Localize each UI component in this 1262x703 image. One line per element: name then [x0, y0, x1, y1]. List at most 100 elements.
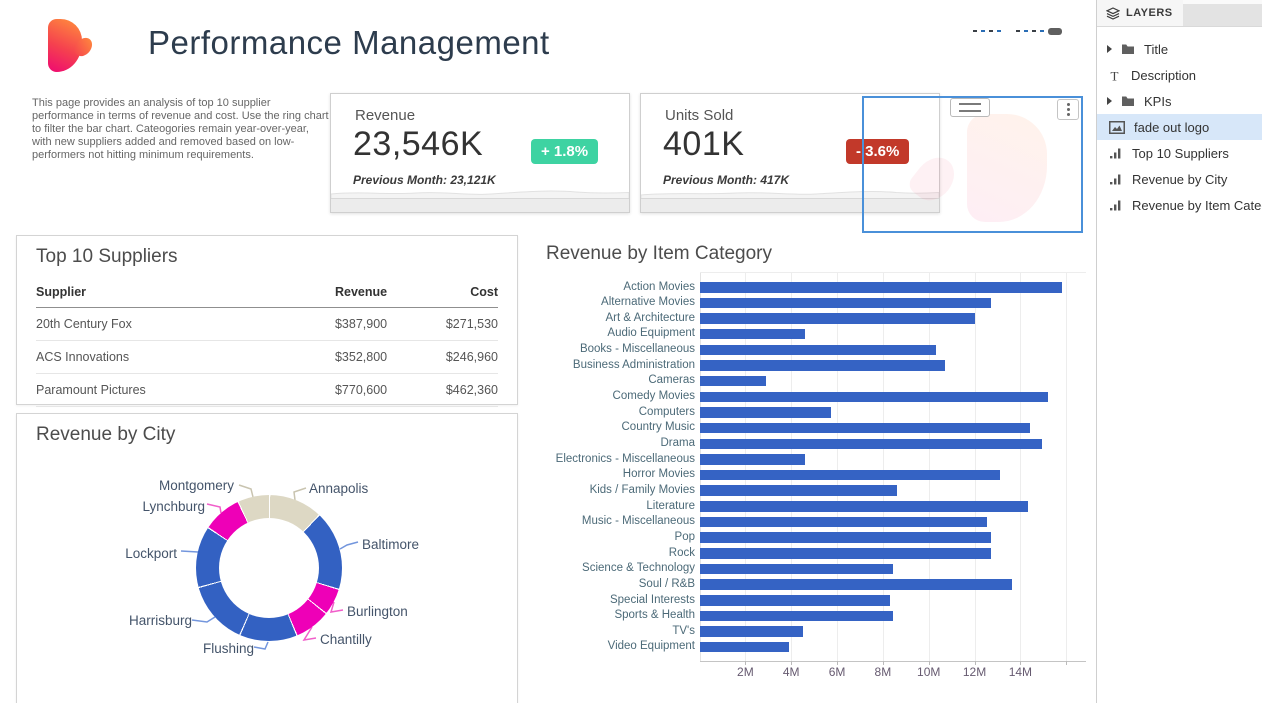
- table-header-row: Supplier Revenue Cost: [36, 280, 498, 308]
- bar[interactable]: [700, 376, 766, 387]
- bar[interactable]: [700, 329, 805, 340]
- x-axis-tick-label: 2M: [737, 665, 754, 679]
- bar-category-label: Electronics - Miscellaneous: [540, 453, 695, 465]
- x-axis-tick-label: 6M: [829, 665, 846, 679]
- bar-category-labels: Action MoviesAlternative MoviesArt & Arc…: [540, 272, 695, 660]
- column-header[interactable]: Revenue: [276, 280, 387, 308]
- bar[interactable]: [700, 298, 991, 309]
- gridline: [929, 273, 930, 661]
- bar-category-label: Kids / Family Movies: [540, 484, 695, 496]
- cell-cost: $271,530: [387, 308, 498, 341]
- layer-item-label: KPIs: [1144, 94, 1171, 109]
- donut-label: Flushing: [203, 641, 254, 656]
- bar-plot-area: [700, 272, 1086, 662]
- bar[interactable]: [700, 595, 890, 606]
- bar[interactable]: [700, 532, 991, 543]
- drag-handle[interactable]: [950, 98, 990, 117]
- column-header[interactable]: Cost: [387, 280, 498, 308]
- layers-tab[interactable]: LAYERS: [1097, 0, 1183, 26]
- top-10-suppliers-card[interactable]: Top 10 Suppliers Supplier Revenue Cost 2…: [16, 235, 518, 405]
- layer-item-kpis[interactable]: KPIs: [1097, 88, 1262, 114]
- layer-item-top-10-suppliers[interactable]: Top 10 Suppliers: [1097, 140, 1262, 166]
- cell-supplier: 20th Century Fox: [36, 308, 276, 341]
- selected-widget-fade-out-logo[interactable]: [862, 96, 1083, 233]
- layer-item-label: Title: [1144, 42, 1168, 57]
- bar[interactable]: [700, 360, 945, 371]
- bar[interactable]: [700, 517, 987, 528]
- kpi-value: 401K: [663, 125, 744, 164]
- bar[interactable]: [700, 439, 1042, 450]
- layer-item-label: Revenue by City: [1132, 172, 1227, 187]
- donut-label: Harrisburg: [129, 613, 192, 628]
- bar[interactable]: [700, 470, 1000, 481]
- layer-item-title[interactable]: Title: [1097, 36, 1262, 62]
- page-title: Performance Management: [148, 24, 550, 62]
- card-title: Revenue by City: [36, 424, 175, 446]
- widget-menu-button[interactable]: [1057, 99, 1079, 120]
- bar-category-label: Computers: [540, 406, 695, 418]
- table-row[interactable]: ACS Innovations $352,800 $246,960: [36, 341, 498, 374]
- chevron-right-icon[interactable]: [1107, 45, 1112, 53]
- bar-category-label: TV's: [540, 625, 695, 637]
- app-logo-icon: [40, 15, 100, 77]
- kpi-card-revenue[interactable]: Revenue 23,546K + 1.8% Previous Month: 2…: [330, 93, 630, 213]
- cell-revenue: $770,600: [276, 374, 387, 407]
- bar[interactable]: [700, 454, 805, 465]
- layer-item-label: Revenue by Item Catego: [1132, 198, 1262, 213]
- table-row[interactable]: 20th Century Fox $387,900 $271,530: [36, 308, 498, 341]
- kpi-value: 23,546K: [353, 125, 483, 164]
- donut-label: Lockport: [125, 546, 177, 561]
- bar[interactable]: [700, 485, 897, 496]
- table-row[interactable]: Paramount Pictures $770,600 $462,360: [36, 374, 498, 407]
- image-icon: [1109, 121, 1125, 134]
- bar[interactable]: [700, 407, 831, 418]
- layer-item-revenue-by-item-catego[interactable]: Revenue by Item Catego: [1097, 192, 1262, 218]
- x-axis-tick-label: 12M: [963, 665, 986, 679]
- bar[interactable]: [700, 642, 789, 653]
- kpi-sparkline: [331, 183, 629, 199]
- kpi-label: Units Sold: [665, 107, 733, 124]
- bar[interactable]: [700, 626, 803, 637]
- chart-icon: [1109, 199, 1123, 211]
- bar[interactable]: [700, 392, 1048, 403]
- bar-category-label: Art & Architecture: [540, 312, 695, 324]
- bar-category-label: Science & Technology: [540, 562, 695, 574]
- kpi-label: Revenue: [355, 107, 415, 124]
- column-header[interactable]: Supplier: [36, 280, 276, 308]
- bar-category-label: Literature: [540, 500, 695, 512]
- donut-label: Montgomery: [159, 478, 234, 493]
- bar[interactable]: [700, 345, 936, 356]
- bar[interactable]: [700, 564, 893, 575]
- bar[interactable]: [700, 579, 1012, 590]
- bar[interactable]: [700, 611, 893, 622]
- layer-item-label: fade out logo: [1134, 120, 1209, 135]
- mini-dashes-decoration: [973, 27, 1062, 35]
- gridline: [975, 273, 976, 661]
- revenue-by-item-category-chart[interactable]: Revenue by Item Category Action MoviesAl…: [540, 240, 1096, 703]
- donut-chart[interactable]: [196, 495, 342, 641]
- bar[interactable]: [700, 282, 1062, 293]
- cell-supplier: Paramount Pictures: [36, 374, 276, 407]
- bar[interactable]: [700, 501, 1028, 512]
- x-axis-tick-label: 8M: [875, 665, 892, 679]
- bar-category-label: Business Administration: [540, 359, 695, 371]
- layer-item-fade-out-logo[interactable]: fade out logo: [1097, 114, 1262, 140]
- layers-icon: [1106, 7, 1120, 20]
- faded-logo-blob: [967, 114, 1047, 222]
- bar[interactable]: [700, 423, 1030, 434]
- bar[interactable]: [700, 548, 991, 559]
- donut-label: Lynchburg: [142, 499, 205, 514]
- bar-category-label: Comedy Movies: [540, 390, 695, 402]
- layers-panel-header: LAYERS: [1097, 0, 1262, 27]
- layers-tab-label: LAYERS: [1126, 7, 1173, 19]
- bar[interactable]: [700, 313, 975, 324]
- revenue-by-city-card[interactable]: Revenue by City Annapolis Baltimore Burl…: [16, 413, 518, 703]
- layer-item-label: Description: [1131, 68, 1196, 83]
- layer-item-description[interactable]: TDescription: [1097, 62, 1262, 88]
- layer-item-revenue-by-city[interactable]: Revenue by City: [1097, 166, 1262, 192]
- dashboard-designer: Performance Management This page provide…: [0, 0, 1262, 703]
- chevron-right-icon[interactable]: [1107, 97, 1112, 105]
- gridline: [1066, 273, 1067, 661]
- donut-label: Burlington: [347, 604, 408, 619]
- x-axis-tick-label: 14M: [1009, 665, 1032, 679]
